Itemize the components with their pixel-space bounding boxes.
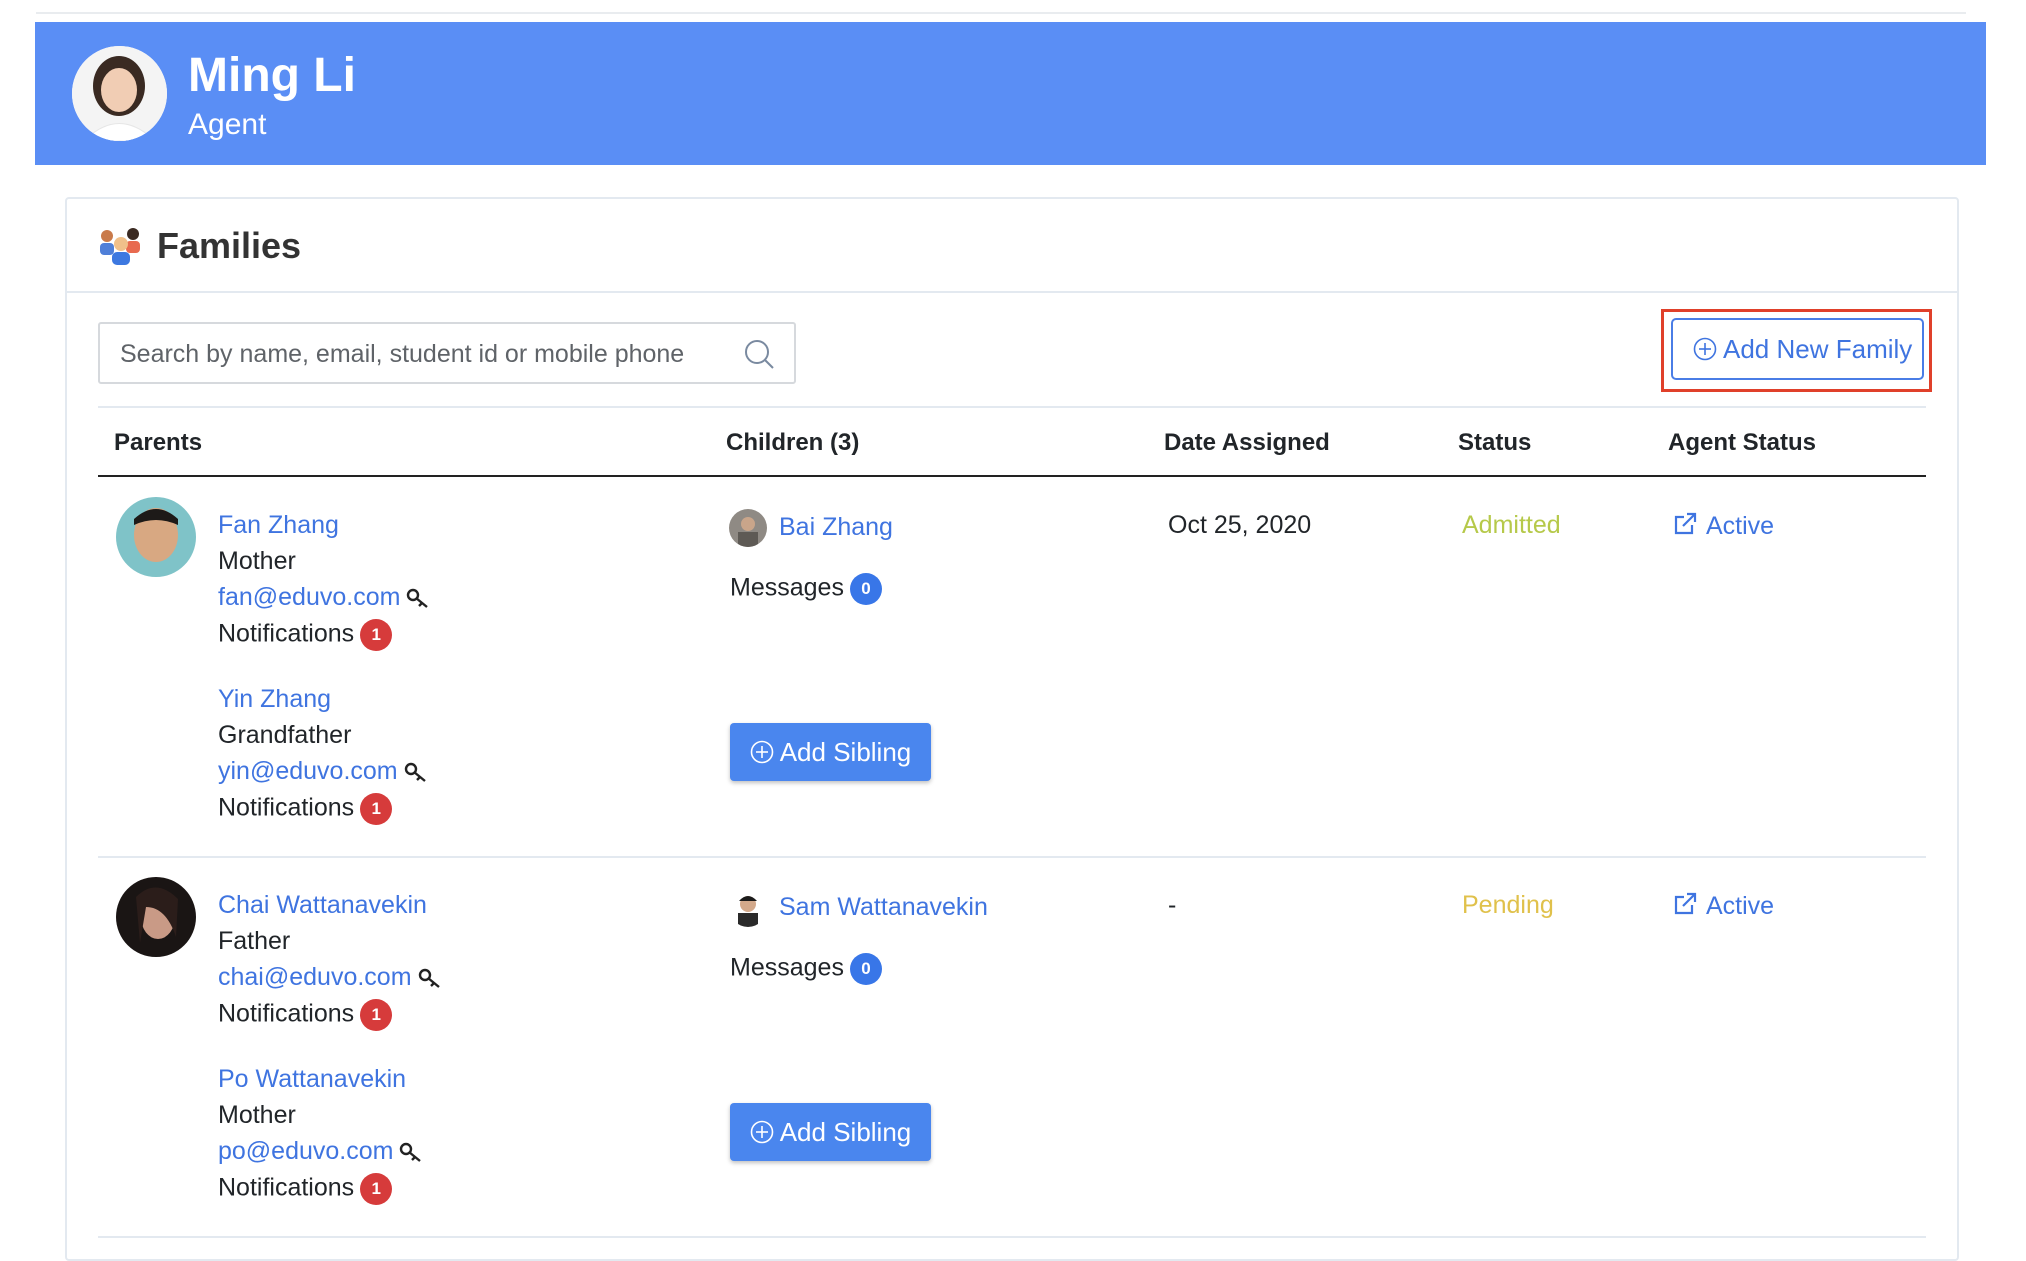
notifications[interactable]: Notifications 1 <box>218 1173 393 1205</box>
parent-email: chai@eduvo.com <box>218 963 412 991</box>
top-divider <box>36 0 1966 14</box>
profile-banner: Ming Li Agent <box>35 22 1986 165</box>
header-agent-status: Agent Status <box>1668 429 1817 456</box>
add-sibling-label: Add Sibling <box>779 1116 912 1147</box>
external-link-icon <box>1674 892 1697 915</box>
parent-email: po@eduvo.com <box>218 1137 394 1165</box>
notification-count-badge: 1 <box>360 793 393 825</box>
agent-status-link[interactable]: Active <box>1672 511 1774 541</box>
header-status: Status <box>1458 429 1532 456</box>
parent-email: yin@eduvo.com <box>218 757 398 785</box>
card-header: Families <box>67 199 1957 293</box>
avatar <box>72 46 167 141</box>
agent-status-label: Active <box>1706 512 1775 540</box>
date-assigned: - <box>1168 891 1177 919</box>
notifications-label: Notifications <box>218 793 355 822</box>
notifications-label: Notifications <box>218 619 355 648</box>
plus-circle-icon <box>1693 337 1717 361</box>
date-assigned: Oct 25, 2020 <box>1168 511 1312 539</box>
message-count-badge: 0 <box>849 953 882 985</box>
messages[interactable]: Messages 0 <box>730 953 882 985</box>
child-name-link[interactable]: Sam Wattanavekin <box>779 893 988 922</box>
notifications[interactable]: Notifications 1 <box>218 619 393 651</box>
add-sibling-label: Add Sibling <box>779 736 912 767</box>
messages-label: Messages <box>730 573 844 602</box>
notifications[interactable]: Notifications 1 <box>218 793 393 825</box>
parent-email-link[interactable]: yin@eduvo.com <box>218 757 428 786</box>
search-icon[interactable] <box>743 338 775 370</box>
child-avatar <box>729 889 767 927</box>
external-link-icon <box>1674 512 1697 535</box>
avatar <box>116 877 196 957</box>
messages-label: Messages <box>730 953 844 982</box>
key-icon[interactable] <box>418 966 442 990</box>
child-name-link[interactable]: Bai Zhang <box>779 513 893 542</box>
notifications[interactable]: Notifications 1 <box>218 999 393 1031</box>
parent-relation: Mother <box>218 547 296 575</box>
parent-name-link[interactable]: Yin Zhang <box>218 685 331 714</box>
key-icon[interactable] <box>406 586 430 610</box>
notification-count-badge: 1 <box>360 999 393 1031</box>
row-divider <box>98 856 1926 858</box>
search-box <box>98 322 796 384</box>
plus-circle-icon <box>750 740 774 764</box>
parent-email-link[interactable]: po@eduvo.com <box>218 1137 423 1166</box>
search-input[interactable] <box>118 324 722 384</box>
parent-relation: Father <box>218 927 291 955</box>
parent-name-link[interactable]: Po Wattanavekin <box>218 1065 406 1094</box>
families-card: Families Add New Family Parents Children… <box>65 197 1959 1261</box>
avatar <box>116 497 196 577</box>
notification-count-badge: 1 <box>360 1173 393 1205</box>
add-new-family-label: Add New Family <box>1723 333 1913 364</box>
plus-circle-icon <box>750 1120 774 1144</box>
section-title: Families <box>157 225 302 266</box>
parent-relation: Grandfather <box>218 721 352 749</box>
profile-role: Agent <box>188 108 267 141</box>
add-sibling-button[interactable]: Add Sibling <box>730 723 931 781</box>
parent-email-link[interactable]: fan@eduvo.com <box>218 583 430 612</box>
row-divider <box>98 1236 1926 1238</box>
agent-status-label: Active <box>1706 892 1775 920</box>
table-top-divider <box>98 406 1926 408</box>
key-icon[interactable] <box>404 760 428 784</box>
header-rule <box>98 475 1926 477</box>
header-children: Children (3) <box>726 429 860 456</box>
child-avatar <box>729 509 767 547</box>
profile-name: Ming Li <box>188 49 356 102</box>
header-parents: Parents <box>114 429 203 456</box>
messages[interactable]: Messages 0 <box>730 573 882 605</box>
header-date-assigned: Date Assigned <box>1164 429 1330 456</box>
parent-relation: Mother <box>218 1101 296 1129</box>
agent-status-link[interactable]: Active <box>1672 891 1774 921</box>
notifications-label: Notifications <box>218 999 355 1028</box>
parent-email: fan@eduvo.com <box>218 583 401 611</box>
families-icon <box>100 228 140 265</box>
parent-email-link[interactable]: chai@eduvo.com <box>218 963 442 992</box>
status-badge: Admitted <box>1462 511 1561 539</box>
parent-name-link[interactable]: Chai Wattanavekin <box>218 891 427 920</box>
notifications-label: Notifications <box>218 1173 355 1202</box>
status-badge: Pending <box>1462 891 1554 919</box>
key-icon[interactable] <box>399 1140 423 1164</box>
notification-count-badge: 1 <box>360 619 393 651</box>
message-count-badge: 0 <box>849 573 882 605</box>
parent-name-link[interactable]: Fan Zhang <box>218 511 339 540</box>
add-new-family-button[interactable]: Add New Family <box>1671 318 1924 380</box>
add-sibling-button[interactable]: Add Sibling <box>730 1103 931 1161</box>
